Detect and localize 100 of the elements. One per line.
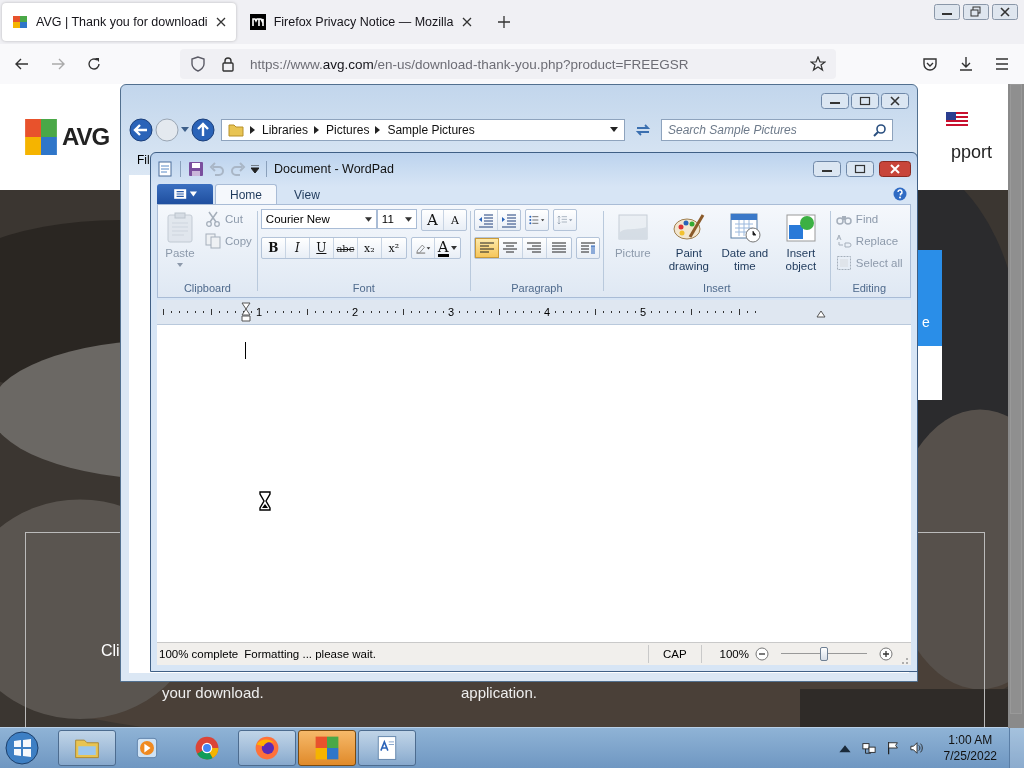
hourglass-icon	[259, 491, 271, 511]
scrollbar[interactable]	[1008, 84, 1024, 728]
url-text: https://www.avg.com/en-us/download-thank-you.php?product=FREEGSR	[250, 56, 689, 72]
status-text: Formatting ... please wait.	[244, 648, 376, 660]
zoom-out-icon[interactable]	[755, 647, 769, 661]
group-label: Font	[352, 281, 375, 296]
sup-button[interactable]: x²	[381, 238, 406, 258]
close-icon[interactable]	[881, 93, 909, 109]
align-right-icon	[526, 240, 543, 256]
flag-icon[interactable]	[885, 741, 900, 755]
align-left-button[interactable]	[474, 238, 499, 258]
close-icon[interactable]	[215, 17, 226, 27]
ribbon-tab[interactable]: View	[279, 184, 335, 204]
chevron-icon[interactable]	[250, 126, 256, 134]
colorful-logo-icon	[313, 734, 341, 762]
reload-icon[interactable]	[86, 56, 102, 72]
restore-icon[interactable]	[963, 4, 989, 20]
datetime-button[interactable]: Date and time	[718, 209, 771, 281]
save-icon[interactable]	[188, 160, 204, 177]
font-family-field[interactable]: Courier New	[260, 209, 377, 229]
zoom-slider[interactable]	[781, 646, 867, 662]
breadcrumb-item[interactable]: Libraries	[262, 123, 309, 137]
taskbar-app-button[interactable]	[238, 730, 296, 766]
ruler-number: 1	[255, 306, 263, 318]
browser-tab[interactable]: Firefox Privacy Notice — Mozilla	[239, 3, 482, 41]
pocket-icon[interactable]	[922, 56, 938, 72]
minimize-icon[interactable]	[821, 93, 849, 109]
clock-time[interactable]: 1:00 AM	[948, 732, 993, 748]
address-bar[interactable]: https://www.avg.com/en-us/download-thank-you.php?product=FREEGSR	[180, 49, 836, 79]
caret-icon	[450, 246, 457, 250]
menu-icon[interactable]	[994, 56, 1010, 72]
font-size-field[interactable]: 11	[376, 209, 417, 229]
caret-icon[interactable]	[181, 127, 189, 133]
shield-icon[interactable]	[190, 56, 206, 72]
right-indent-marker-icon[interactable]	[816, 310, 826, 318]
taskbar-app-button[interactable]	[298, 730, 356, 766]
select-all-icon	[835, 255, 852, 271]
group-label: Clipboard	[183, 281, 231, 296]
search-field[interactable]: Search Sample Pictures	[661, 119, 893, 141]
flag-icon[interactable]	[946, 111, 968, 126]
network-icon[interactable]	[861, 741, 876, 755]
breadcrumb-item[interactable]: Pictures	[326, 123, 370, 137]
address-bar[interactable]: Libraries Pictures Sample Pictures	[221, 119, 625, 141]
menu-item[interactable]: Fil	[137, 153, 150, 167]
minimize-icon[interactable]	[934, 4, 960, 20]
object-button[interactable]: Insert object	[774, 209, 827, 281]
ruler-number: 3	[447, 306, 455, 318]
document-icon[interactable]	[157, 160, 173, 177]
indent-marker-icon[interactable]	[241, 302, 251, 322]
maximize-icon[interactable]	[846, 160, 874, 177]
ruler-number: 5	[639, 306, 647, 318]
nav-link[interactable]: pport	[950, 141, 992, 163]
customize-caret-icon[interactable]	[251, 164, 259, 173]
start-button-icon[interactable]	[4, 730, 40, 766]
italic-button[interactable]: I	[285, 238, 310, 258]
close-icon[interactable]	[992, 4, 1018, 20]
new-tab-icon[interactable]	[497, 16, 510, 28]
volume-icon[interactable]	[909, 741, 924, 755]
dropdown-icon[interactable]	[610, 127, 618, 133]
download-icon[interactable]	[958, 56, 974, 72]
clock-date[interactable]: 7/25/2022	[943, 748, 997, 764]
align-left-icon	[478, 240, 495, 256]
close-icon[interactable]	[879, 160, 911, 177]
application-menu-button[interactable]	[157, 184, 213, 204]
dropdown-icon	[364, 216, 372, 222]
close-icon[interactable]	[461, 17, 472, 27]
zoom-in-icon[interactable]	[879, 647, 893, 661]
bold-button[interactable]: B	[261, 238, 286, 258]
grow-font-button[interactable]: A	[421, 210, 444, 230]
shrink-font-button[interactable]: A	[443, 210, 466, 230]
resize-grip-icon[interactable]	[899, 655, 909, 665]
taskbar-app-button[interactable]	[358, 730, 416, 766]
page-text: Cli	[101, 642, 120, 660]
window-title: Document - WordPad	[274, 161, 394, 176]
back-icon[interactable]	[129, 118, 153, 142]
calendar-clock-icon	[728, 211, 761, 243]
breadcrumb-item[interactable]: Sample Pictures	[387, 123, 475, 137]
strike-button[interactable]: abc	[333, 238, 358, 258]
underline-button[interactable]: U	[309, 238, 334, 258]
caps-indicator: CAP	[661, 648, 688, 660]
lock-icon[interactable]	[220, 56, 236, 72]
up-icon[interactable]	[191, 118, 215, 142]
chevron-icon[interactable]	[314, 126, 321, 134]
taskbar-app-button[interactable]	[58, 730, 116, 766]
star-icon[interactable]	[810, 56, 826, 72]
ribbon-tab[interactable]: Home	[215, 184, 277, 204]
maximize-icon[interactable]	[851, 93, 879, 109]
zoom-level-text: 100%	[718, 648, 749, 660]
decrease-indent-icon	[477, 212, 494, 228]
chevron-icon[interactable]	[375, 126, 382, 134]
search-icon[interactable]	[873, 123, 887, 137]
minimize-icon[interactable]	[813, 160, 841, 177]
ruler-number: 4	[543, 306, 551, 318]
paint-button[interactable]: Paint drawing	[662, 209, 715, 281]
sub-button[interactable]: x₂	[357, 238, 382, 258]
caret-icon	[177, 263, 183, 268]
help-icon[interactable]	[893, 187, 907, 201]
browser-tab[interactable]: AVG | Thank you for downloadi	[2, 3, 236, 41]
increase-indent-icon	[500, 212, 517, 228]
back-icon[interactable]	[14, 56, 30, 72]
